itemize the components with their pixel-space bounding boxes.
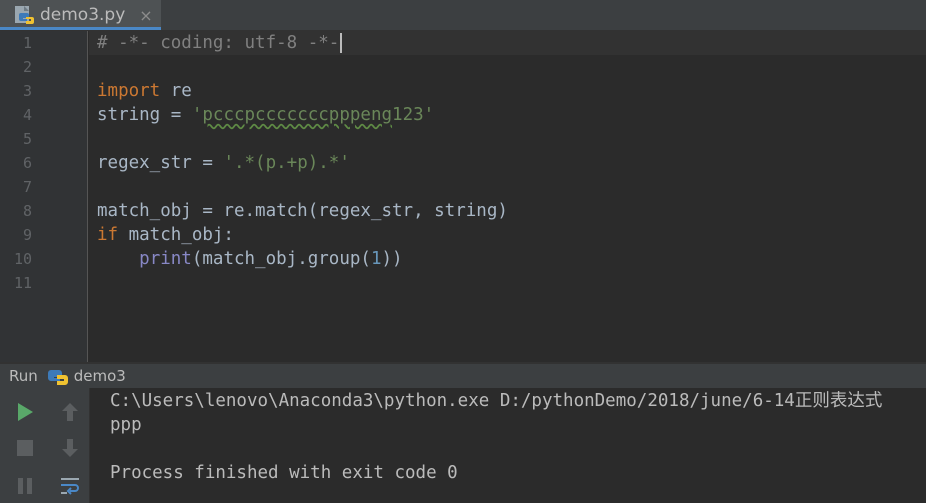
tab-filename: demo3.py	[40, 5, 126, 25]
pause-button[interactable]	[10, 471, 40, 501]
line-number-gutter: 1 2 3 4 5 6 7 8 9 10 11	[0, 31, 88, 362]
import-keyword: import	[97, 81, 161, 101]
run-toolbar	[0, 388, 89, 503]
console-output[interactable]: C:\Users\lenovo\Anaconda3\python.exe D:/…	[89, 388, 926, 503]
run-toolwindow-header: Run demo3	[0, 364, 926, 388]
soft-wrap-icon	[61, 478, 79, 495]
line-number: 1	[22, 34, 32, 52]
string-quote: '	[191, 105, 203, 125]
match-call: match_obj = re.match(regex_str, string)	[97, 201, 508, 221]
code-line-8[interactable]: match_obj = re.match(regex_str, string)	[97, 199, 508, 223]
if-condition: match_obj:	[118, 225, 234, 245]
line-number: 9	[22, 226, 32, 244]
run-label: Run	[9, 367, 38, 385]
soft-wrap-button[interactable]	[55, 471, 85, 501]
scroll-up-button[interactable]	[55, 397, 85, 427]
string-literal-spellcheck: pcccpcccccccpppeng	[202, 105, 393, 125]
line-number: 4	[22, 106, 32, 124]
group-index-number: 1	[370, 249, 382, 269]
module-name: re	[160, 81, 192, 101]
if-keyword: if	[97, 225, 119, 245]
code-line-9[interactable]: if match_obj:	[97, 223, 234, 247]
pause-icon	[18, 478, 32, 494]
text-caret	[340, 33, 343, 53]
code-line-3[interactable]: import re	[97, 79, 192, 103]
run-config-tab[interactable]: demo3	[74, 367, 126, 385]
string-literal-tail: 123'	[392, 105, 435, 125]
closing-parens: ))	[381, 249, 403, 269]
play-icon	[18, 403, 33, 421]
python-icon	[47, 370, 68, 385]
code-line-10[interactable]: print(match_obj.group(1))	[97, 247, 403, 271]
line-number: 10	[13, 250, 32, 268]
console-command-line: C:\Users\lenovo\Anaconda3\python.exe D:/…	[110, 391, 883, 411]
editor-tab-bar: demo3.py ×	[0, 0, 926, 31]
code-line-4[interactable]: string = 'pcccpcccccccpppeng123'	[97, 103, 434, 127]
regex-assignment: regex_str =	[97, 153, 224, 173]
line-number: 11	[13, 274, 32, 292]
code-line-6[interactable]: regex_str = '.*(p.+p).*'	[97, 151, 350, 175]
scroll-down-button[interactable]	[55, 433, 85, 463]
line-number: 7	[22, 178, 32, 196]
regex-string-literal: '.*(p.+p).*'	[223, 153, 350, 173]
code-editor[interactable]: 1 2 3 4 5 6 7 8 9 10 11 # -*- coding: ut…	[0, 31, 926, 362]
stop-icon	[17, 440, 33, 456]
console-exit-line: Process finished with exit code 0	[110, 463, 458, 483]
rerun-button[interactable]	[10, 397, 40, 427]
console-output-line: ppp	[110, 415, 142, 435]
line-number: 8	[22, 202, 32, 220]
arrow-up-icon	[62, 403, 78, 421]
line-number: 6	[22, 154, 32, 172]
active-tab-indicator	[0, 27, 161, 30]
arrow-down-icon	[62, 439, 78, 457]
coding-comment: # -*- coding: utf-8 -*-	[97, 33, 340, 53]
stop-button[interactable]	[10, 433, 40, 463]
line-number: 3	[22, 82, 32, 100]
file-tab-demo3[interactable]: demo3.py ×	[0, 0, 161, 30]
string-assignment: string =	[97, 105, 192, 125]
print-builtin: print	[139, 249, 192, 269]
group-call: (match_obj.group(	[191, 249, 371, 269]
python-file-icon	[15, 6, 34, 24]
line-number: 5	[22, 130, 32, 148]
code-line-1[interactable]: # -*- coding: utf-8 -*-	[97, 31, 343, 55]
line-number: 2	[22, 58, 32, 76]
close-tab-icon[interactable]: ×	[139, 6, 152, 25]
